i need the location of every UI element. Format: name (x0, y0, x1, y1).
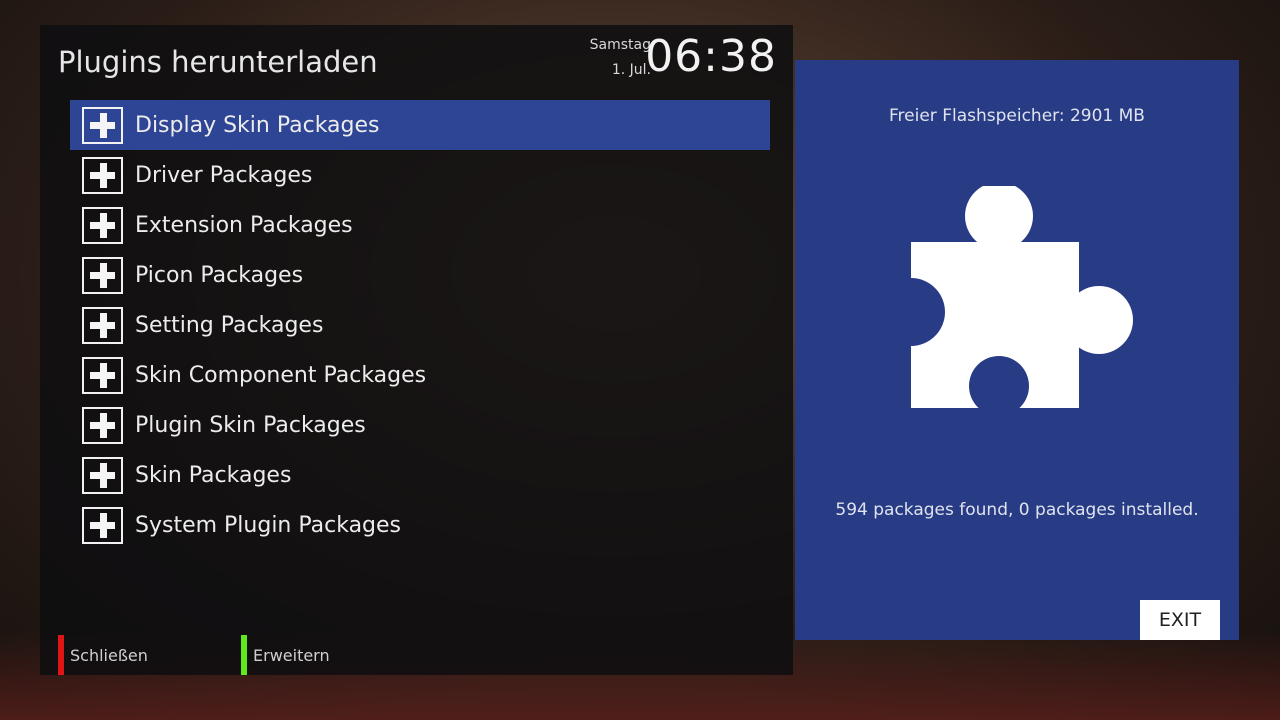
plus-icon (82, 256, 123, 294)
list-item-label: Skin Packages (135, 462, 292, 488)
list-item-extension-packages[interactable]: Extension Packages (70, 200, 770, 250)
list-item-label: Display Skin Packages (135, 112, 380, 138)
plus-icon (82, 156, 123, 194)
plus-icon (82, 506, 123, 544)
plus-icon (82, 306, 123, 344)
plus-icon (82, 356, 123, 394)
info-panel: Freier Flashspeicher: 2901 MB 594 packag… (795, 60, 1239, 640)
list-item-setting-packages[interactable]: Setting Packages (70, 300, 770, 350)
list-item-system-plugin-packages[interactable]: System Plugin Packages (70, 500, 770, 550)
close-label: Schließen (70, 645, 148, 665)
green-key-indicator (241, 635, 247, 675)
green-key-expand[interactable]: Erweitern (241, 635, 330, 675)
plus-icon (82, 406, 123, 444)
plus-icon (82, 206, 123, 244)
list-item-label: System Plugin Packages (135, 512, 402, 538)
list-item-label: Skin Component Packages (135, 362, 427, 388)
free-flash-memory: Freier Flashspeicher: 2901 MB (889, 106, 1145, 126)
expand-label: Erweitern (253, 645, 330, 665)
red-key-indicator (58, 635, 64, 675)
plus-icon (82, 106, 123, 144)
clock: 06:38 (645, 31, 777, 82)
list-item-picon-packages[interactable]: Picon Packages (70, 250, 770, 300)
list-item-driver-packages[interactable]: Driver Packages (70, 150, 770, 200)
list-item-label: Picon Packages (135, 262, 304, 288)
list-item-display-skin-packages[interactable]: Display Skin Packages (70, 100, 770, 150)
list-item-label: Driver Packages (135, 162, 313, 188)
plugin-browser-panel: Plugins herunterladen Samstag 1. Jul. 06… (40, 25, 793, 675)
exit-button[interactable]: EXIT (1140, 600, 1220, 640)
red-key-close[interactable]: Schließen (58, 635, 148, 675)
weekday-label: Samstag (589, 37, 651, 53)
list-item-plugin-skin-packages[interactable]: Plugin Skin Packages (70, 400, 770, 450)
list-item-label: Extension Packages (135, 212, 353, 238)
package-count-status: 594 packages found, 0 packages installed… (835, 500, 1199, 520)
page-title: Plugins herunterladen (58, 45, 378, 79)
plus-icon (82, 456, 123, 494)
list-item-label: Setting Packages (135, 312, 324, 338)
list-item-skin-packages[interactable]: Skin Packages (70, 450, 770, 500)
list-item-skin-component-packages[interactable]: Skin Component Packages (70, 350, 770, 400)
list-item-label: Plugin Skin Packages (135, 412, 366, 438)
puzzle-icon (911, 186, 1133, 408)
package-category-list: Display Skin Packages Driver Packages Ex… (70, 100, 770, 550)
